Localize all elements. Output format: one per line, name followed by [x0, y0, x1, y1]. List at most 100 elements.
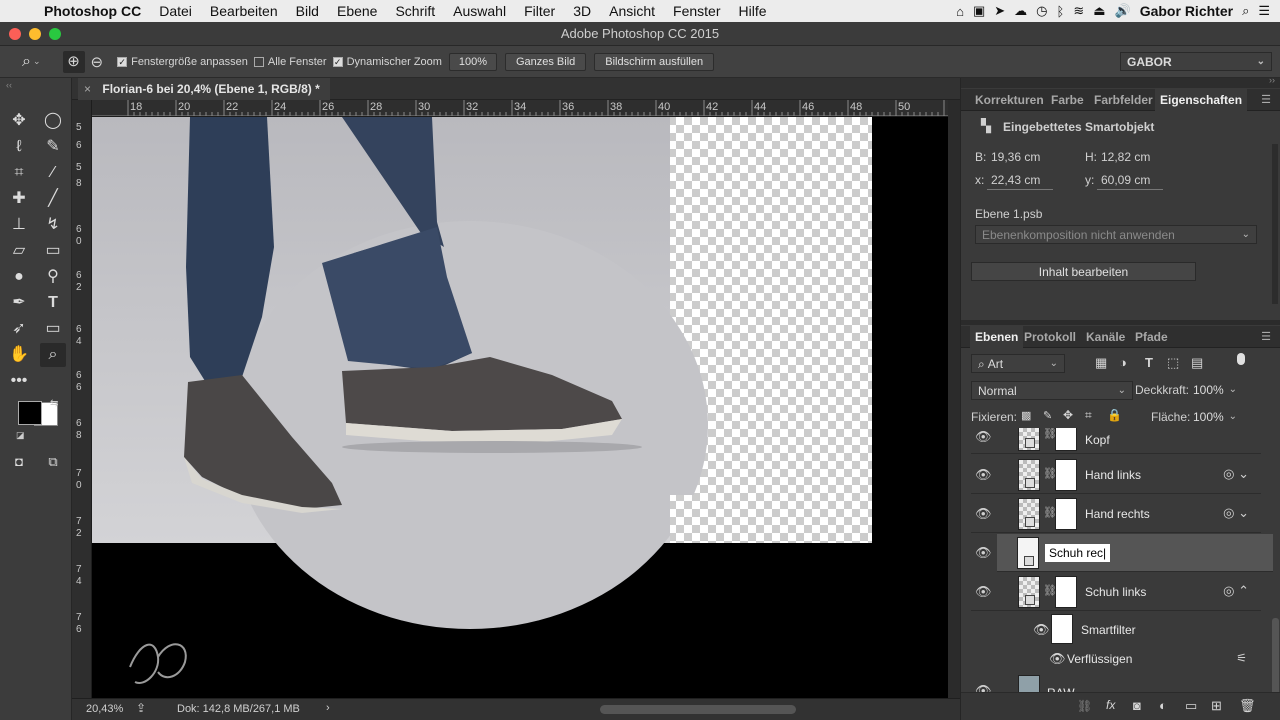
minimize-window-button[interactable] — [29, 28, 41, 40]
brush-tool-icon[interactable]: ╱ — [40, 187, 66, 211]
status-menu-arrow-icon[interactable]: › — [326, 702, 330, 714]
zoom-tool-preset-icon[interactable]: ⌕ — [22, 53, 31, 71]
menu-bild[interactable]: Bild — [287, 3, 328, 19]
path-selection-tool-icon[interactable]: ➶ — [6, 317, 32, 341]
lock-all-icon[interactable]: 🔒 — [1107, 408, 1122, 422]
menu-fenster[interactable]: Fenster — [664, 3, 729, 19]
pen-tool-icon[interactable]: ✒ — [6, 291, 32, 315]
tab-farbe[interactable]: Farbe — [1046, 89, 1089, 111]
edit-toolbar-icon[interactable]: ••• — [6, 369, 32, 393]
smart-filter-options-icon[interactable]: ◎ ⌃ — [1223, 583, 1249, 599]
layer-name[interactable]: Kopf — [1085, 433, 1110, 447]
lock-position-icon[interactable]: ✥ — [1063, 408, 1073, 422]
vertical-scrollbar[interactable] — [948, 100, 960, 698]
rectangle-tool-icon[interactable]: ▭ — [40, 317, 66, 341]
healing-brush-tool-icon[interactable]: ✚ — [6, 187, 32, 211]
link-layers-icon[interactable]: ⛓ — [1077, 699, 1092, 713]
layer-mask-thumbnail[interactable] — [1055, 576, 1077, 608]
fill-screen-button[interactable]: Bildschirm ausfüllen — [594, 52, 715, 71]
y-position-input[interactable]: 60,09 cm — [1097, 173, 1163, 190]
clone-stamp-tool-icon[interactable]: ⊥ — [6, 213, 32, 237]
smart-filter-row[interactable]: 👁 Smartfilter — [971, 612, 1261, 648]
edit-contents-button[interactable]: Inhalt bearbeiten — [971, 262, 1196, 281]
dodge-tool-icon[interactable]: ⚲ — [40, 265, 66, 289]
layer-mask-thumbnail[interactable] — [1055, 498, 1077, 530]
fill-input[interactable]: 100% ⌄ — [1187, 408, 1243, 427]
visibility-eye-icon[interactable]: 👁 — [975, 506, 992, 522]
horizontal-ruler[interactable]: 18 20 22 24 26 28 30 32 34 36 38 40 42 4… — [92, 100, 948, 117]
visibility-eye-icon[interactable]: 👁 — [1033, 622, 1050, 638]
layer-mask-thumbnail[interactable] — [1055, 459, 1077, 491]
default-colors-icon[interactable]: ◪ — [16, 430, 25, 441]
document-tab[interactable]: × Florian-6 bei 20,4% (Ebene 1, RGB/8) * — [78, 78, 330, 100]
fit-screen-button[interactable]: Ganzes Bild — [504, 52, 587, 71]
quick-mask-icon[interactable]: ◘ — [6, 450, 32, 474]
hand-tool-icon[interactable]: ✋ — [6, 343, 32, 367]
visibility-eye-icon[interactable]: 👁 — [975, 545, 992, 561]
workspace-dropdown[interactable]: GABOR ⌄ — [1120, 52, 1272, 71]
x-position-input[interactable]: 22,43 cm — [987, 173, 1053, 190]
foreground-color-swatch[interactable] — [18, 401, 42, 425]
filter-pixel-icon[interactable]: ▦ — [1095, 355, 1107, 371]
layer-name-input[interactable]: Schuh rec| — [1045, 544, 1111, 562]
visibility-eye-icon[interactable]: 👁 — [1049, 651, 1066, 667]
layer-row-selected[interactable]: Schuh rec| — [997, 534, 1273, 572]
layer-row[interactable]: 👁 ⛓ Hand links ◎ ⌄ — [971, 456, 1261, 494]
menu-datei[interactable]: Datei — [150, 3, 201, 19]
properties-scrollbar[interactable] — [1272, 144, 1278, 304]
filter-smart-object-icon[interactable]: ▤ — [1191, 355, 1203, 371]
blend-mode-dropdown[interactable]: Normal ⌄ — [971, 381, 1133, 400]
menu-ebene[interactable]: Ebene — [328, 3, 386, 19]
vertical-ruler[interactable]: 5 6 5 8 6 0 6 2 6 4 6 6 6 8 7 0 7 2 7 4 … — [72, 100, 92, 698]
add-mask-icon[interactable]: ◙ — [1133, 698, 1141, 713]
menu-hilfe[interactable]: Hilfe — [730, 3, 776, 19]
zoom-out-icon[interactable]: ⊖ — [91, 53, 104, 71]
panel-menu-icon[interactable]: ☰ — [1261, 330, 1271, 343]
volume-icon[interactable]: 🔊 — [1115, 3, 1131, 19]
opacity-input[interactable]: 100% ⌄ — [1187, 381, 1243, 400]
filter-adjustment-icon[interactable]: ◑ — [1119, 355, 1127, 370]
bluetooth-icon[interactable]: ᛒ — [1057, 4, 1065, 19]
collapse-panel-icon[interactable]: ›› — [1269, 75, 1275, 85]
zoom-status[interactable]: 20,43% — [86, 703, 123, 715]
layer-comp-dropdown[interactable]: Ebenenkomposition nicht anwenden ⌄ — [975, 225, 1257, 244]
layers-scrollbar-thumb[interactable] — [1272, 618, 1279, 698]
swap-colors-icon[interactable]: ⇆ — [50, 398, 58, 409]
type-tool-icon[interactable]: T — [40, 291, 66, 315]
horizontal-scrollbar-thumb[interactable] — [600, 705, 796, 714]
chevron-down-icon[interactable]: ⌄ — [33, 56, 41, 67]
menu-auswahl[interactable]: Auswahl — [444, 3, 515, 19]
lock-artboard-icon[interactable]: ⌗ — [1085, 408, 1092, 423]
gradient-tool-icon[interactable]: ▭ — [40, 239, 66, 263]
tab-farbfelder[interactable]: Farbfelder — [1089, 89, 1158, 111]
tab-protokoll[interactable]: Protokoll — [1019, 326, 1081, 348]
filter-shape-icon[interactable]: ⬚ — [1167, 355, 1179, 371]
zoom-tool-icon[interactable]: ⌕ — [40, 343, 66, 367]
layer-row[interactable]: 👁 ⛓ Hand rechts ◎ ⌄ — [971, 495, 1261, 533]
layer-row[interactable]: 👁 ⛓ Kopf — [971, 428, 1261, 454]
filter-effect-row[interactable]: 👁 Verflüssigen ⚟ — [971, 648, 1261, 670]
spotlight-search-icon[interactable]: ⌕ — [1242, 3, 1249, 19]
tab-pfade[interactable]: Pfade — [1130, 326, 1173, 348]
notification-list-icon[interactable]: ☰ — [1258, 3, 1270, 19]
layer-mask-thumbnail[interactable] — [1055, 428, 1077, 451]
lasso-tool-icon[interactable]: ℓ — [6, 135, 32, 159]
menu-schrift[interactable]: Schrift — [386, 3, 444, 19]
zoom-window-button[interactable] — [49, 28, 61, 40]
tab-kanaele[interactable]: Kanäle — [1081, 326, 1130, 348]
eraser-tool-icon[interactable]: ▱ — [6, 239, 32, 263]
filter-blending-options-icon[interactable]: ⚟ — [1236, 651, 1247, 665]
tab-korrekturen[interactable]: Korrekturen — [970, 89, 1049, 111]
document-canvas[interactable] — [92, 117, 948, 698]
home-icon[interactable]: ⌂ — [956, 4, 964, 19]
elliptical-marquee-tool-icon[interactable]: ◯ — [40, 109, 66, 133]
cloud-icon[interactable]: ☁ — [1014, 3, 1027, 19]
new-adjustment-icon[interactable]: ◐ — [1159, 698, 1167, 713]
layer-name[interactable]: Hand rechts — [1085, 507, 1150, 521]
smart-filter-options-icon[interactable]: ◎ ⌄ — [1223, 505, 1249, 521]
zoom-in-icon[interactable]: ⊕ — [62, 50, 85, 73]
menu-app[interactable]: Photoshop CC — [40, 3, 150, 19]
layer-name[interactable]: Schuh links — [1085, 585, 1146, 599]
screen-mode-icon[interactable]: ⧉ — [40, 450, 66, 474]
crop-tool-icon[interactable]: ⌗ — [6, 161, 32, 185]
